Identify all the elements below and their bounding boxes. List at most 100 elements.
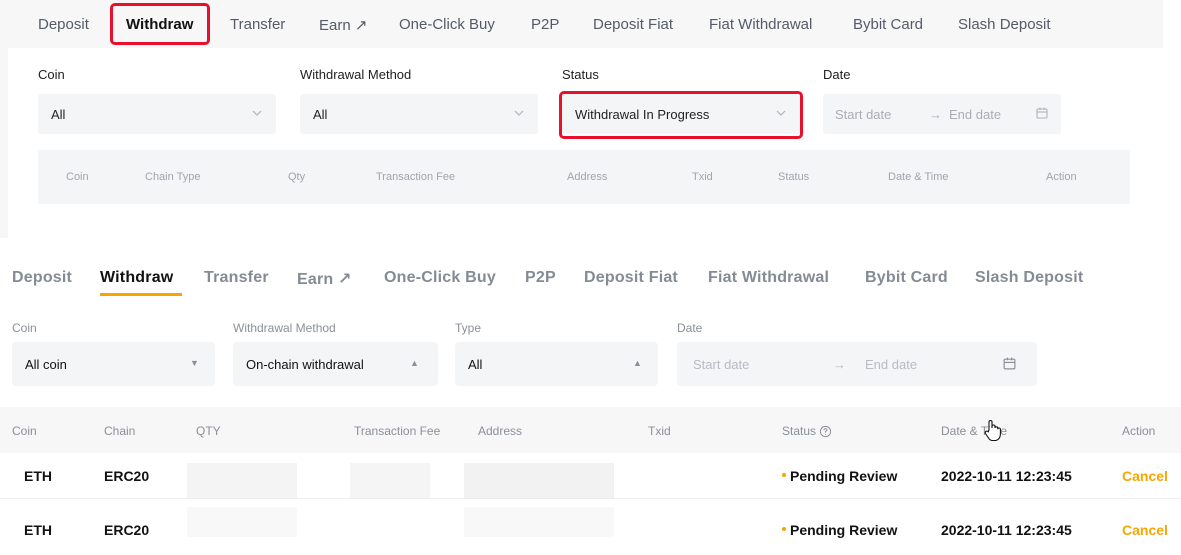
coin-select-value: All (51, 107, 66, 122)
tab-slash-deposit[interactable]: Slash Deposit (958, 16, 1051, 33)
col-coin: Coin (12, 424, 37, 438)
bottom-tab-bar: Deposit Withdraw Transfer Earn ↗ One-Cli… (0, 258, 1181, 298)
table-row: ETH ERC20 Pending Review 2022-10-11 12:2… (0, 453, 1181, 499)
redacted-qty (187, 463, 297, 499)
coin-select[interactable]: All coin ▼ (12, 342, 215, 386)
date-filter-label: Date (823, 67, 851, 82)
tab-one-click-buy[interactable]: One-Click Buy (384, 269, 496, 287)
date-arrow: → (833, 357, 846, 372)
cancel-button[interactable]: Cancel (1122, 468, 1168, 484)
hand-cursor-icon (984, 419, 1001, 442)
tab-deposit[interactable]: Deposit (38, 16, 89, 33)
method-select-value: All (313, 107, 328, 122)
start-date-input[interactable]: Start date (693, 357, 749, 372)
col-address: Address (567, 171, 608, 183)
redacted-qty (187, 507, 297, 537)
row-chain: ERC20 (104, 468, 150, 484)
top-table-header: Coin Chain Type Qty Transaction Fee Addr… (38, 150, 1130, 204)
col-txid: Txid (648, 424, 671, 438)
tab-transfer[interactable]: Transfer (230, 16, 285, 33)
date-filter-label: Date (677, 321, 703, 335)
col-chain-type: Chain Type (145, 171, 201, 183)
tab-deposit[interactable]: Deposit (12, 269, 72, 287)
tab-slash-deposit[interactable]: Slash Deposit (975, 269, 1083, 287)
tab-fiat-withdrawal[interactable]: Fiat Withdrawal (708, 269, 829, 287)
row-chain: ERC20 (104, 522, 150, 538)
coin-filter-label: Coin (38, 67, 65, 82)
tab-earn[interactable]: Earn ↗ (297, 269, 352, 289)
col-qty: Qty (288, 171, 306, 183)
redacted-fee (350, 463, 430, 499)
col-status: Status (782, 424, 832, 438)
row-datetime: 2022-10-11 12:23:45 (941, 468, 1072, 484)
type-select-value: All (468, 357, 483, 372)
cancel-button[interactable]: Cancel (1122, 522, 1168, 538)
coin-select[interactable]: All (38, 94, 276, 134)
col-chain: Chain (104, 424, 136, 438)
date-range-picker[interactable]: Start date → End date (823, 94, 1061, 134)
end-date-input[interactable]: End date (865, 357, 917, 372)
chevron-down-icon (514, 110, 524, 116)
status-dot (782, 527, 786, 532)
tab-p2p[interactable]: P2P (525, 269, 556, 287)
calendar-icon[interactable] (1002, 356, 1017, 371)
tab-bybit-card[interactable]: Bybit Card (853, 16, 923, 33)
type-select[interactable]: All ▲ (455, 342, 658, 386)
col-transaction-fee: Transaction Fee (354, 424, 441, 438)
tab-one-click-buy[interactable]: One-Click Buy (399, 16, 495, 33)
row-status: Pending Review (790, 468, 898, 484)
top-screenshot-panel: Deposit Withdraw Transfer Earn ↗ One-Cli… (0, 0, 1163, 238)
calendar-icon[interactable] (1035, 106, 1049, 120)
tab-withdraw[interactable]: Withdraw (100, 269, 173, 287)
caret-down-icon: ▼ (190, 358, 199, 368)
col-transaction-fee: Transaction Fee (376, 171, 456, 183)
tab-p2p[interactable]: P2P (531, 16, 559, 33)
status-dot (782, 473, 786, 478)
status-select-highlight (559, 91, 803, 139)
coin-filter-label: Coin (12, 321, 37, 335)
type-filter-label: Type (455, 321, 482, 335)
active-tab-underline (100, 293, 182, 296)
method-select[interactable]: All (300, 94, 538, 134)
col-action: Action (1046, 171, 1077, 183)
method-filter-label: Withdrawal Method (233, 321, 336, 335)
withdraw-tab-highlight (110, 3, 210, 45)
status-badge: Pending Review (782, 522, 897, 538)
tab-transfer[interactable]: Transfer (204, 269, 269, 287)
tab-deposit-fiat[interactable]: Deposit Fiat (584, 269, 678, 287)
tab-earn[interactable]: Earn ↗ (319, 16, 367, 34)
col-coin: Coin (66, 171, 89, 183)
col-qty: QTY (196, 424, 221, 438)
caret-up-icon: ▲ (633, 358, 642, 368)
col-date-time: Date & Time (888, 171, 949, 183)
redacted-address (464, 507, 614, 537)
chevron-down-icon (252, 110, 262, 116)
col-address: Address (478, 424, 523, 438)
bottom-table-header: Coin Chain QTY Transaction Fee Address T… (0, 407, 1181, 453)
status-filter-label: Status (562, 67, 599, 82)
col-status-label: Status (782, 424, 817, 438)
date-arrow: → (929, 107, 942, 122)
tab-bybit-card[interactable]: Bybit Card (865, 269, 948, 287)
tab-fiat-withdrawal[interactable]: Fiat Withdrawal (709, 16, 812, 33)
caret-up-icon: ▲ (410, 358, 419, 368)
date-range-picker[interactable]: Start date → End date (677, 342, 1037, 386)
coin-select-value: All coin (25, 357, 67, 372)
col-txid: Txid (692, 171, 713, 183)
status-badge: Pending Review (782, 468, 897, 484)
col-status: Status (778, 171, 810, 183)
help-circle-icon[interactable] (819, 425, 832, 438)
table-row: ETH ERC20 Pending Review 2022-10-11 12:2… (0, 507, 1181, 553)
row-coin: ETH (24, 522, 52, 538)
method-select-value: On-chain withdrawal (246, 357, 364, 372)
start-date-input[interactable]: Start date (835, 107, 891, 122)
row-datetime: 2022-10-11 12:23:45 (941, 522, 1072, 538)
end-date-input[interactable]: End date (949, 107, 1001, 122)
method-select[interactable]: On-chain withdrawal ▲ (233, 342, 438, 386)
col-action: Action (1122, 424, 1156, 438)
row-status: Pending Review (790, 522, 898, 538)
row-coin: ETH (24, 468, 52, 484)
tab-deposit-fiat[interactable]: Deposit Fiat (593, 16, 673, 33)
redacted-address (464, 463, 614, 499)
method-filter-label: Withdrawal Method (300, 67, 412, 82)
